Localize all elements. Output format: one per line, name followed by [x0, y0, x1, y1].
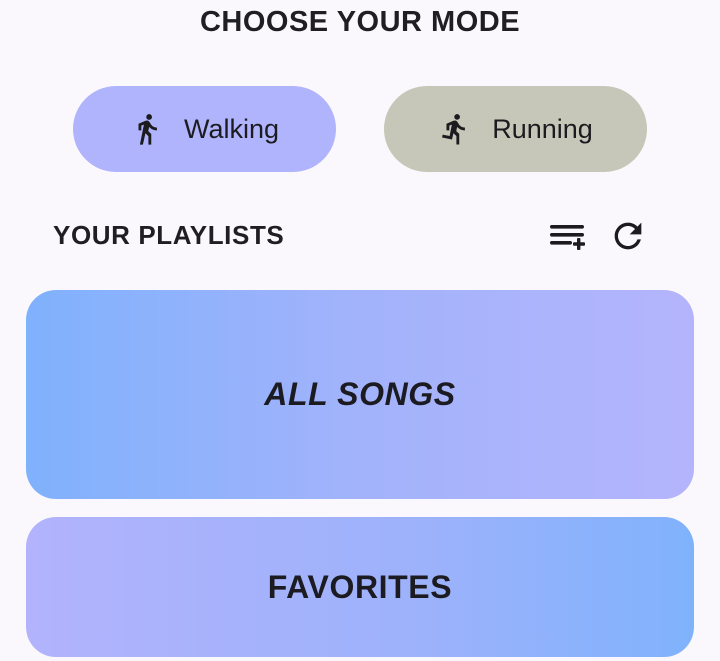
page-title: CHOOSE YOUR MODE [199, 6, 521, 38]
playlist-card-favorites[interactable]: FAVORITES [26, 517, 694, 657]
running-mode-button[interactable]: Running [384, 86, 647, 172]
playlist-add-icon[interactable] [548, 216, 588, 256]
playlist-label: ALL SONGS [264, 376, 456, 412]
walking-mode-button[interactable]: Walking [73, 86, 336, 172]
refresh-icon[interactable] [608, 216, 648, 256]
playlist-card-all-songs[interactable]: ALL SONGS [26, 290, 694, 499]
running-icon [438, 109, 472, 149]
walking-label: Walking [183, 113, 280, 144]
walking-icon [130, 109, 164, 149]
playlists-header: YOUR PLAYLISTS [53, 220, 285, 250]
running-label: Running [492, 113, 593, 144]
playlist-label: FAVORITES [267, 568, 453, 605]
